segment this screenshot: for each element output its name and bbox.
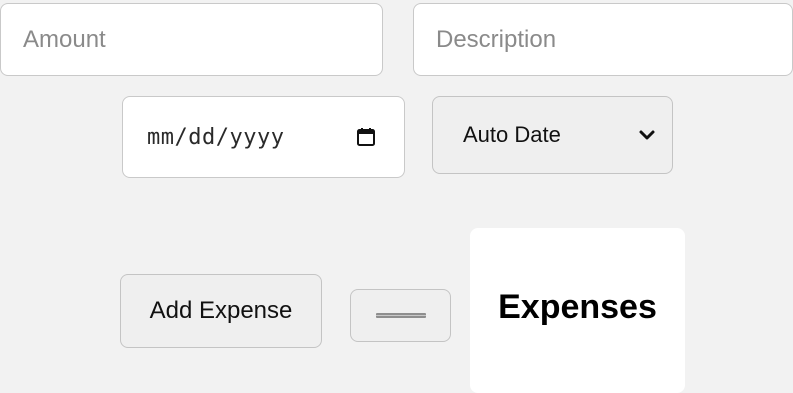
- chevron-down-icon: [638, 126, 656, 144]
- description-input[interactable]: Description: [413, 3, 793, 76]
- add-expense-button[interactable]: Add Expense: [120, 274, 322, 348]
- add-expense-label: Add Expense: [149, 297, 293, 324]
- dash-button[interactable]: [350, 289, 451, 342]
- expenses-panel: Expenses: [470, 228, 685, 393]
- date-placeholder: mm/dd/yyyy: [147, 124, 285, 150]
- calendar-icon[interactable]: [356, 127, 376, 147]
- date-input[interactable]: mm/dd/yyyy: [122, 96, 405, 178]
- dash-icon: [375, 313, 426, 318]
- date-mode-select[interactable]: Auto Date: [432, 96, 673, 174]
- amount-placeholder: Amount: [23, 25, 106, 53]
- description-placeholder: Description: [436, 25, 557, 53]
- date-mode-selected: Auto Date: [463, 122, 561, 147]
- expenses-title: Expenses: [498, 288, 657, 326]
- amount-input[interactable]: Amount: [0, 3, 383, 76]
